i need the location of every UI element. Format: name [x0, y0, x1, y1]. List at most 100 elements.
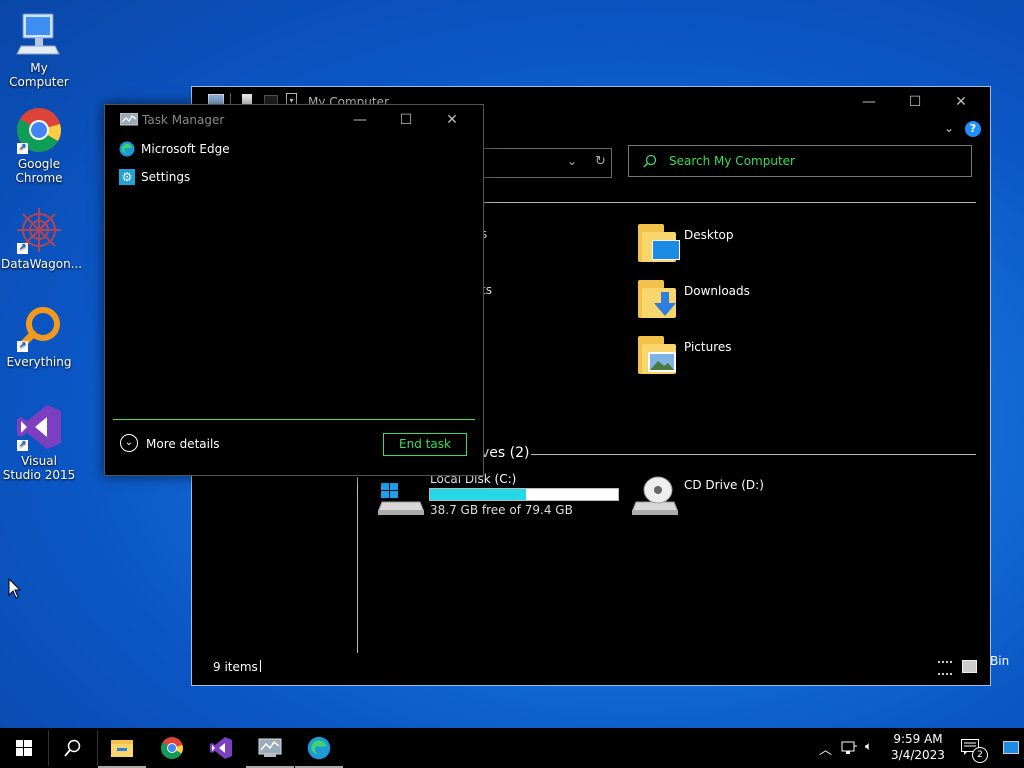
status-item-count: 9 items [213, 660, 258, 674]
maximize-button[interactable]: ☐ [383, 109, 429, 131]
recycle-bin-label[interactable]: Bin [990, 654, 1009, 668]
settings-icon: ⚙ [119, 169, 135, 185]
task-manager-icon [120, 113, 138, 126]
large-icons-view-icon[interactable] [962, 660, 977, 673]
edge-icon [119, 141, 135, 157]
show-desktop-button[interactable] [994, 728, 1024, 768]
search-icon [64, 739, 81, 757]
close-button[interactable]: ✕ [429, 109, 475, 131]
more-details-label: More details [146, 437, 220, 451]
computer-icon [15, 10, 63, 58]
taskbar-file-explorer[interactable] [98, 728, 146, 768]
folder-downloads[interactable]: Downloads [638, 278, 778, 322]
details-view-icon[interactable] [938, 661, 952, 675]
drives-divider [531, 454, 976, 455]
network-icon [841, 741, 857, 754]
windows-logo-icon [16, 740, 32, 756]
show-desktop-icon [1003, 741, 1019, 754]
file-explorer-icon [111, 740, 133, 757]
end-task-button[interactable]: End task [383, 433, 467, 456]
taskbar-edge[interactable] [295, 728, 343, 768]
folder-desktop[interactable]: Desktop [638, 222, 778, 266]
task-item-microsoft-edge[interactable]: Microsoft Edge [119, 139, 459, 159]
chrome-icon [161, 737, 183, 759]
everything-search-icon: ↗ [15, 304, 63, 352]
drive-cd-d[interactable]: CD Drive (D:) [632, 470, 832, 520]
search-button[interactable] [49, 728, 97, 768]
drive-usage-fill [430, 489, 526, 500]
cd-drive-icon [632, 476, 678, 515]
clock-button[interactable]: 9:59 AM 3/4/2023 [886, 728, 950, 768]
action-center-button[interactable]: 2 [956, 728, 988, 768]
folders-divider [482, 202, 976, 203]
maximize-button[interactable]: ☐ [892, 91, 938, 113]
desktop-icon-label: Visual Studio 2015 [2, 454, 76, 482]
folder-label: Pictures [684, 340, 732, 354]
desktop-icon-label: My Computer [9, 61, 69, 89]
notification-count-badge: 2 [972, 747, 988, 763]
mouse-cursor-icon [8, 578, 22, 599]
close-button[interactable]: ✕ [938, 91, 984, 113]
show-hidden-icons-button[interactable]: ︿ [814, 728, 836, 768]
datawagon-icon: ↗ [15, 206, 63, 254]
desktop-folder-icon [638, 222, 680, 262]
refresh-icon[interactable]: ↻ [595, 154, 606, 169]
search-icon [643, 154, 657, 168]
desktop-icon-datawagon[interactable]: ↗ DataWagon... [1, 206, 83, 271]
hard-drive-icon [378, 483, 424, 515]
desktop-icon-google-chrome[interactable]: ↗ Google Chrome [1, 106, 77, 185]
taskbar-visual-studio[interactable] [197, 728, 245, 768]
task-manager-title: Task Manager [142, 113, 225, 127]
task-manager-divider [113, 419, 475, 420]
search-placeholder: Search My Computer [669, 154, 795, 168]
taskbar-task-manager[interactable] [246, 728, 294, 768]
task-item-label: Settings [141, 170, 191, 184]
task-item-settings[interactable]: ⚙ Settings [119, 167, 459, 187]
desktop-icon-visual-studio[interactable]: ↗ Visual Studio 2015 [1, 403, 77, 482]
shortcut-arrow-icon: ↗ [17, 143, 28, 154]
pictures-folder-icon [638, 334, 678, 374]
shortcut-arrow-icon: ↗ [17, 341, 28, 352]
speaker-icon: 🔈︎ [865, 739, 873, 753]
edge-icon [307, 736, 331, 760]
drive-usage-bar [429, 488, 619, 501]
drive-label: CD Drive (D:) [684, 478, 764, 492]
folder-label: Downloads [684, 284, 750, 298]
visual-studio-icon [210, 737, 232, 759]
expand-chevron-icon: ⌄ [120, 434, 138, 452]
navigation-pane-divider[interactable] [357, 477, 358, 653]
desktop-icon-label: Everything [6, 355, 72, 369]
downloads-folder-icon [638, 278, 678, 318]
drive-free-space: 38.7 GB free of 79.4 GB [430, 503, 573, 517]
address-dropdown-icon[interactable]: ⌄ [567, 154, 577, 168]
clock-time: 9:59 AM [893, 732, 943, 746]
clock-date: 3/4/2023 [891, 748, 945, 762]
search-box[interactable]: Search My Computer [628, 145, 972, 177]
folder-label: Desktop [684, 228, 734, 242]
visual-studio-icon: ↗ [15, 403, 63, 451]
drives-section-header[interactable]: ves (2) [481, 445, 529, 461]
desktop-icon-everything[interactable]: ↗ Everything [1, 304, 77, 369]
status-separator [260, 660, 261, 672]
network-tray-button[interactable] [838, 728, 860, 768]
desktop-icon-label: DataWagon... [1, 257, 83, 271]
volume-tray-button[interactable]: 🔈︎ [862, 728, 884, 768]
task-item-label: Microsoft Edge [141, 142, 230, 156]
taskbar-chrome[interactable] [148, 728, 196, 768]
shortcut-arrow-icon: ↗ [17, 243, 28, 254]
ribbon-expand-icon[interactable]: ⌄ [944, 121, 954, 135]
desktop-icon-my-computer[interactable]: My Computer [1, 10, 77, 89]
minimize-button[interactable]: — [337, 109, 383, 131]
task-manager-icon [258, 738, 282, 757]
more-details-button[interactable]: ⌄ More details [120, 434, 240, 454]
help-icon[interactable]: ? [965, 121, 981, 137]
task-manager-window[interactable]: Task Manager — ☐ ✕ Microsoft Edge ⚙ Sett… [104, 104, 484, 476]
taskbar: ︿ 🔈︎ 9:59 AM 3/4/2023 2 [0, 728, 1024, 768]
desktop-icon-label: Google Chrome [15, 157, 63, 185]
folder-pictures[interactable]: Pictures [638, 334, 778, 378]
start-button[interactable] [0, 728, 48, 768]
chrome-icon: ↗ [15, 106, 63, 154]
chevron-up-icon: ︿ [819, 743, 833, 758]
shortcut-arrow-icon: ↗ [17, 440, 28, 451]
minimize-button[interactable]: — [846, 91, 892, 113]
